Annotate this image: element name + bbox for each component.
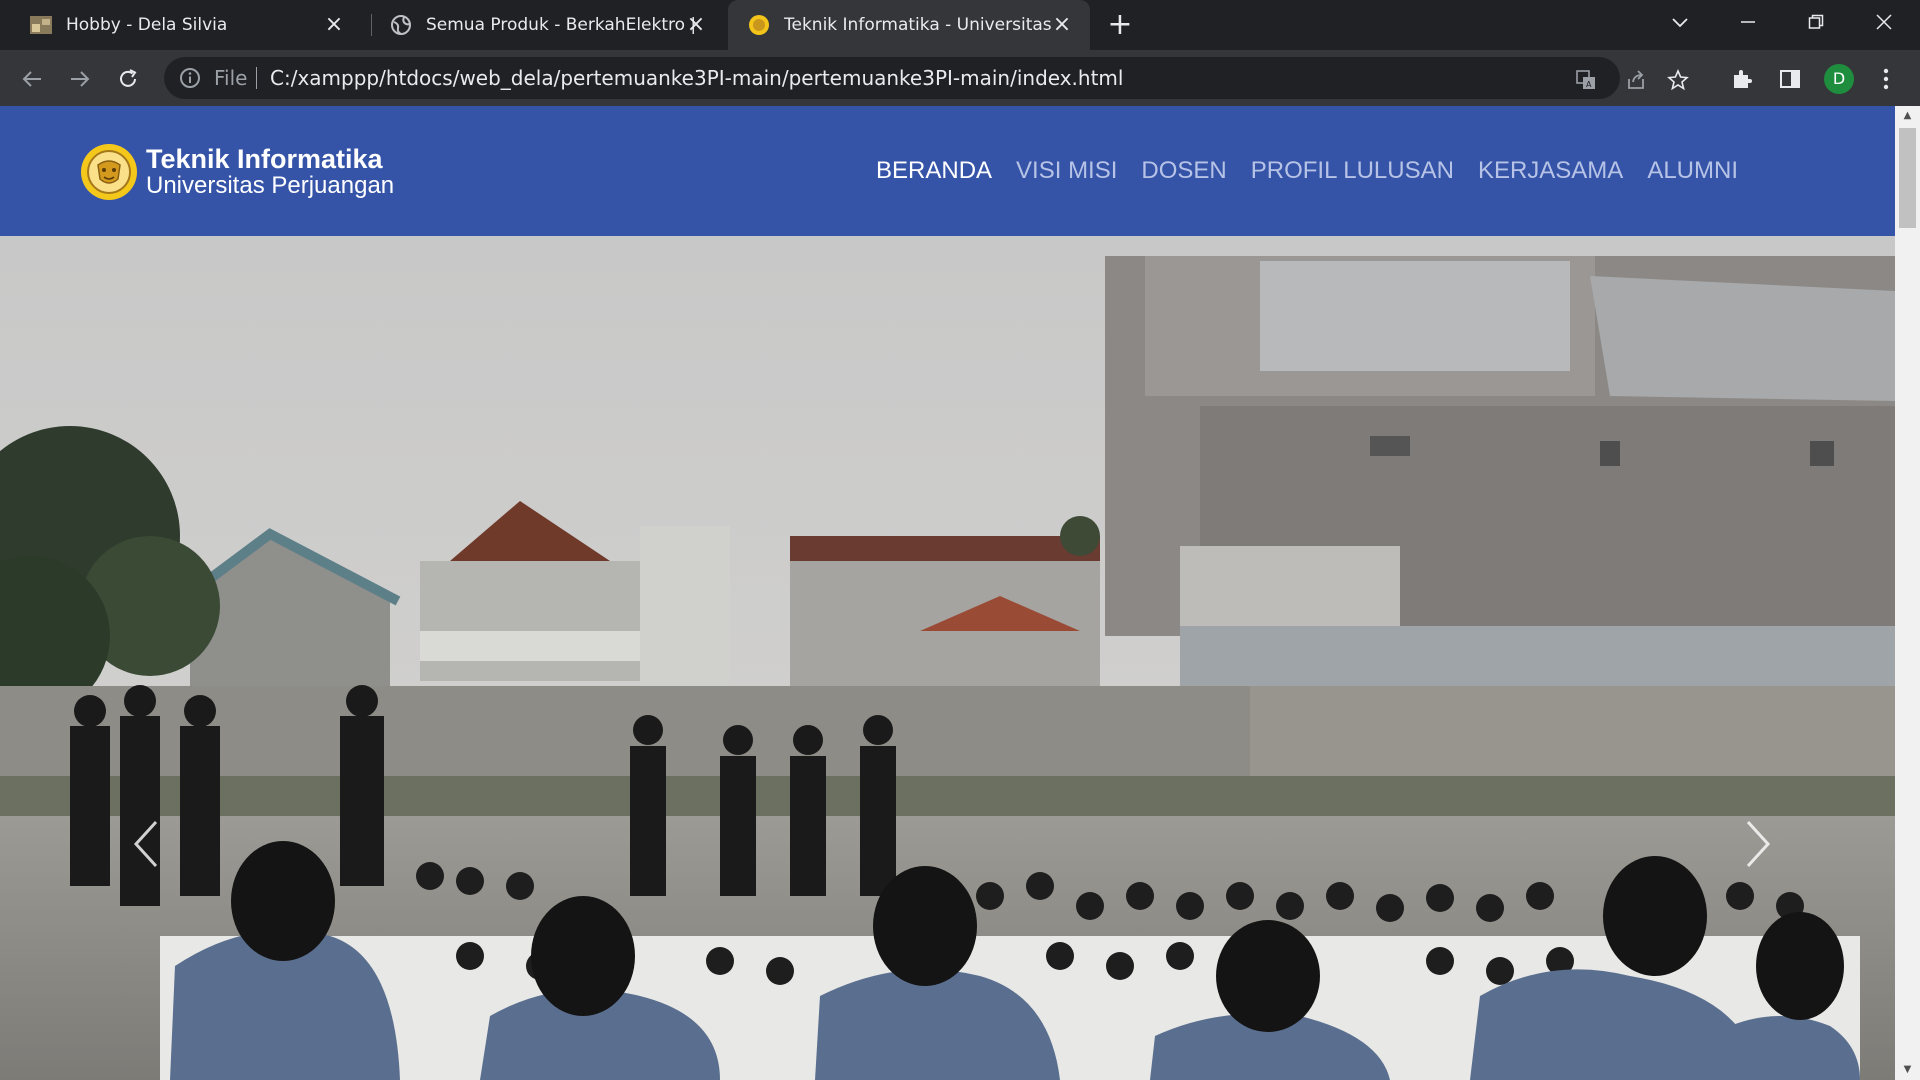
tab-title: Semua Produk - BerkahElektro | B [426, 15, 696, 35]
tab-search-icon[interactable] [1652, 0, 1708, 44]
nav-visi-misi[interactable]: VISI MISI [1016, 157, 1117, 185]
translate-icon[interactable]: A [1572, 64, 1600, 92]
site-brand[interactable]: Teknik Informatika Universitas Perjuanga… [80, 142, 394, 202]
scroll-thumb[interactable] [1899, 128, 1916, 228]
nav-kerjasama[interactable]: KERJASAMA [1478, 157, 1623, 185]
close-tab-icon[interactable]: × [322, 13, 346, 37]
brand-subtitle: Universitas Perjuangan [146, 172, 395, 199]
nav-profil-lulusan[interactable]: PROFIL LULUSAN [1251, 157, 1454, 185]
carousel-next-icon[interactable] [1726, 814, 1786, 874]
unper-favicon [749, 15, 769, 35]
page-scrollbar[interactable]: ▲ ▼ [1895, 106, 1920, 1080]
site-navbar: Teknik Informatika Universitas Perjuanga… [0, 106, 1895, 236]
browser-tab-strip: Hobby - Dela Silvia × Semua Produk - Ber… [0, 0, 1920, 50]
photo-favicon [30, 16, 52, 34]
svg-text:A: A [1586, 80, 1592, 89]
brand-title: Teknik Informatika [146, 144, 383, 174]
close-tab-icon[interactable]: × [684, 13, 708, 37]
brand-text: Teknik Informatika Universitas Perjuanga… [146, 145, 394, 199]
main-nav: BERANDA VISI MISI DOSEN PROFIL LULUSAN K… [852, 106, 1738, 236]
tab-title: Hobby - Dela Silvia [66, 15, 228, 35]
restore-icon[interactable] [1788, 0, 1844, 44]
globe-icon [391, 15, 411, 35]
close-window-icon[interactable] [1856, 0, 1912, 44]
address-scheme-label: File [214, 66, 248, 90]
address-url[interactable]: C:/xamppp/htdocs/web_dela/pertemuanke3PI… [270, 57, 1123, 99]
unper-logo [81, 144, 137, 200]
hero-carousel-image [0, 236, 1895, 1080]
carousel-prev-icon[interactable] [118, 814, 178, 874]
forward-icon[interactable] [62, 60, 98, 96]
address-bar[interactable]: File C:/xamppp/htdocs/web_dela/pertemuan… [164, 57, 1689, 99]
back-icon[interactable] [14, 60, 50, 96]
scroll-down-arrow-icon[interactable]: ▼ [1895, 1060, 1920, 1080]
share-icon[interactable] [1622, 64, 1650, 92]
profile-avatar[interactable]: D [1824, 64, 1854, 94]
nav-dosen[interactable]: DOSEN [1141, 157, 1226, 185]
address-divider [256, 67, 257, 89]
browser-tab-active[interactable]: Teknik Informatika - Universitas P × [728, 0, 1090, 50]
info-icon[interactable] [178, 66, 202, 90]
page-viewport: Teknik Informatika Universitas Perjuanga… [0, 106, 1920, 1080]
minimize-icon[interactable] [1720, 0, 1776, 44]
browser-tab[interactable]: Semua Produk - BerkahElektro | B × [362, 0, 724, 50]
nav-alumni[interactable]: ALUMNI [1647, 157, 1738, 185]
side-panel-icon[interactable] [1772, 60, 1808, 96]
reload-icon[interactable] [110, 60, 146, 96]
nav-beranda[interactable]: BERANDA [876, 157, 992, 185]
bookmark-star-icon[interactable] [1664, 64, 1692, 92]
menu-kebab-icon[interactable] [1868, 60, 1904, 96]
browser-tab[interactable]: Hobby - Dela Silvia × [0, 0, 362, 50]
new-tab-button[interactable]: + [1105, 10, 1135, 40]
browser-toolbar: File C:/xamppp/htdocs/web_dela/pertemuan… [0, 50, 1920, 106]
scroll-up-arrow-icon[interactable]: ▲ [1895, 106, 1920, 126]
tab-title: Teknik Informatika - Universitas P [784, 15, 1054, 35]
extensions-icon[interactable] [1724, 60, 1760, 96]
close-tab-icon[interactable]: × [1050, 13, 1074, 37]
